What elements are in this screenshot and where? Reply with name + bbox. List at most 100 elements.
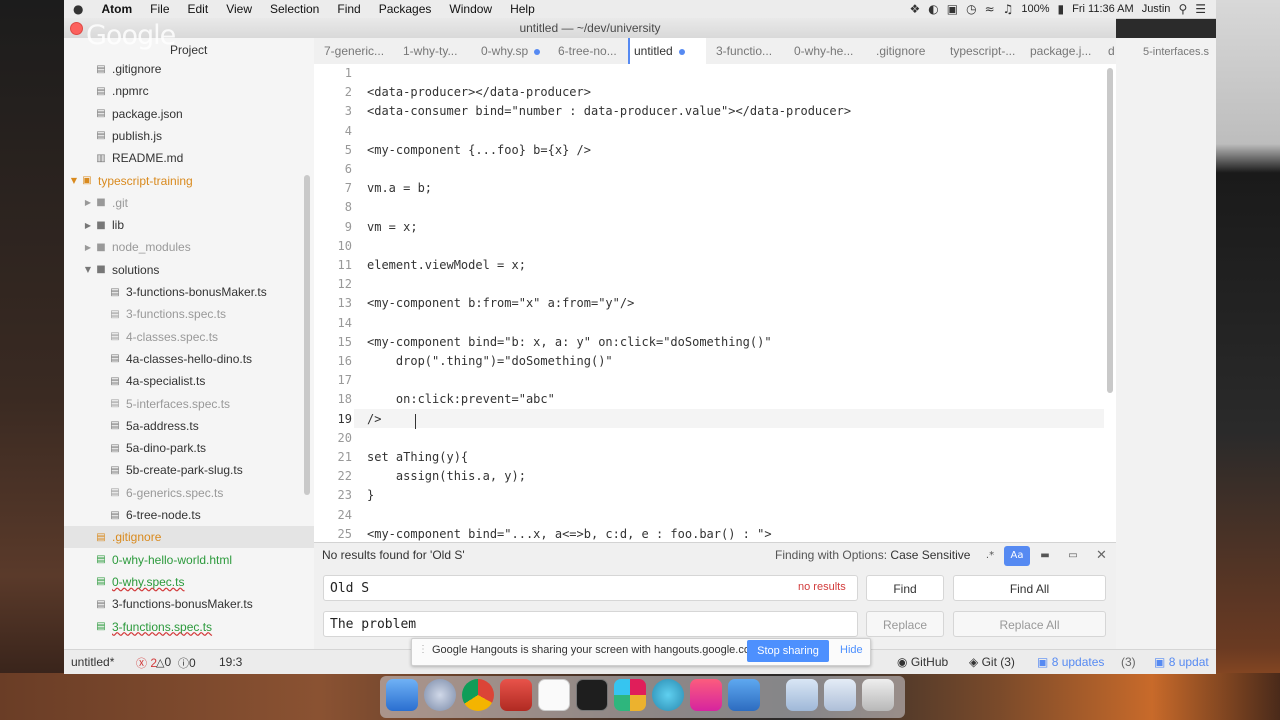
tab-gitignore[interactable]: .gitignore [876, 38, 946, 64]
tab-overflow[interactable]: d [1108, 38, 1116, 64]
replace-button[interactable]: Replace [866, 611, 944, 637]
keynote-icon[interactable] [728, 679, 760, 711]
launchpad-icon[interactable] [424, 679, 456, 711]
tree-file[interactable]: ▤ 4a-specialist.ts [64, 370, 314, 392]
downloads-folder-icon[interactable] [786, 679, 818, 711]
tree-folder[interactable]: ▶ ■ node_modules [64, 236, 314, 258]
tab-6-tree-node[interactable]: 6-tree-no... [558, 38, 626, 64]
status-updates[interactable]: ▣ 8 updates [1037, 655, 1104, 669]
status-error-count[interactable]: Ⓧ 2 [136, 655, 157, 671]
tab-1-why-typescript[interactable]: 1-why-ty... [403, 38, 475, 64]
airmail-icon[interactable] [500, 679, 532, 711]
chevron-down-icon[interactable]: ▼ [68, 176, 80, 185]
status-warning-count[interactable]: △0 [156, 655, 171, 669]
reminders-icon[interactable] [538, 679, 570, 711]
tree-file[interactable]: ▤ 3-functions.spec.ts [64, 303, 314, 325]
whole-word-toggle-icon[interactable]: ▭ [1060, 546, 1086, 566]
terminal-icon[interactable] [576, 679, 608, 711]
stop-sharing-button[interactable]: Stop sharing [747, 640, 829, 662]
battery-icon[interactable]: ▮ [1058, 2, 1065, 16]
itunes-icon[interactable] [690, 679, 722, 711]
tree-file[interactable]: ▤ 6-generics.spec.ts [64, 482, 314, 504]
atom-icon[interactable] [652, 679, 684, 711]
tree-file[interactable]: ▤ 5-interfaces.spec.ts [64, 393, 314, 415]
editor-scrollbar[interactable] [1107, 68, 1113, 393]
tree-file[interactable]: ▤ 0-why-hello-world.html [64, 549, 314, 571]
tree-folder[interactable]: ▶ ■ .git [64, 192, 314, 214]
tree-file[interactable]: ▤ 3-functions.spec.ts [64, 616, 314, 638]
app-menu[interactable]: Atom [92, 2, 141, 16]
status-file-name[interactable]: untitled* [71, 655, 114, 669]
tree-file[interactable]: ▤ .npmrc [64, 80, 314, 102]
menu-view[interactable]: View [217, 2, 261, 16]
slack-icon[interactable] [614, 679, 646, 711]
replace-input[interactable]: The problem [323, 611, 858, 637]
tree-file[interactable]: ▤ 6-tree-node.ts [64, 504, 314, 526]
menu-edit[interactable]: Edit [179, 2, 218, 16]
notification-center-icon[interactable]: ☰ [1195, 2, 1206, 16]
regex-toggle[interactable]: .* [977, 546, 1003, 566]
tree-file[interactable]: ▤ 5a-dino-park.ts [64, 437, 314, 459]
tab-0-why-hello[interactable]: 0-why-he... [794, 38, 864, 64]
chevron-right-icon[interactable]: ▶ [82, 221, 94, 230]
menu-selection[interactable]: Selection [261, 2, 328, 16]
chevron-right-icon[interactable]: ▶ [82, 198, 94, 207]
trash-icon[interactable] [862, 679, 894, 711]
tree-file[interactable]: ▤ 5b-create-park-slug.ts [64, 459, 314, 481]
tab-package-json[interactable]: package.j... [1030, 38, 1100, 64]
screen-share-status-icon[interactable]: ▣ [947, 2, 958, 16]
menu-help[interactable]: Help [501, 2, 544, 16]
tree-file[interactable]: ▤ 4a-classes-hello-dino.ts [64, 348, 314, 370]
tab-typescript-training[interactable]: typescript-... [950, 38, 1022, 64]
menu-find[interactable]: Find [328, 2, 369, 16]
finder-icon[interactable] [386, 679, 418, 711]
tab-3-functions[interactable]: 3-functio... [716, 38, 786, 64]
find-input[interactable]: Old S [323, 575, 858, 601]
status-info-count[interactable]: ⓘ0 [178, 655, 196, 671]
menu-user[interactable]: Justin [1142, 3, 1171, 15]
chrome-icon[interactable] [462, 679, 494, 711]
tree-file[interactable]: ▤ .gitignore [64, 526, 314, 549]
tree-folder[interactable]: ▶ ■ lib [64, 214, 314, 236]
notification-status-icon[interactable]: ◐ [928, 2, 938, 16]
tree-scrollbar[interactable] [304, 175, 310, 495]
tree-file[interactable]: ▤ 0-why.spec.ts [64, 571, 314, 593]
tree-file[interactable]: ▤ publish.js [64, 125, 314, 147]
documents-folder-icon[interactable] [824, 679, 856, 711]
time-machine-status-icon[interactable]: ◷ [966, 2, 976, 16]
window-close-button[interactable] [70, 22, 83, 35]
tab-7-generics[interactable]: 7-generic... [324, 38, 396, 64]
menu-clock[interactable]: Fri 11:36 AM [1072, 3, 1134, 15]
tree-file[interactable]: ▤ 4-classes.spec.ts [64, 326, 314, 348]
code-editor[interactable]: 1 2 <data-producer></data-producer> 3 <data-… [314, 64, 1116, 542]
tree-file[interactable]: ▤ 5a-address.ts [64, 415, 314, 437]
status-github[interactable]: ◉ GitHub [897, 655, 948, 669]
tree-folder[interactable]: ▼ ■ solutions [64, 259, 314, 281]
tree-file[interactable]: ▥ README.md [64, 147, 314, 169]
menu-window[interactable]: Window [440, 2, 501, 16]
replace-all-button[interactable]: Replace All [953, 611, 1106, 637]
spotlight-search-icon[interactable]: ⚲ [1178, 2, 1187, 16]
find-button[interactable]: Find [866, 575, 944, 601]
drag-handle-icon[interactable]: ⋮ [418, 644, 428, 655]
dropbox-status-icon[interactable]: ❖ [909, 2, 920, 16]
case-sensitive-toggle[interactable]: Aa [1004, 546, 1030, 566]
wifi-status-icon[interactable]: ≈ [985, 2, 995, 16]
tab-0-why-spec[interactable]: 0-why.sp [481, 38, 551, 64]
apple-menu-icon[interactable]: ● [64, 2, 92, 16]
close-find-icon[interactable]: ✕ [1096, 548, 1107, 563]
menu-packages[interactable]: Packages [370, 2, 441, 16]
tree-file[interactable]: ▤ package.json [64, 103, 314, 125]
selection-only-toggle-icon[interactable]: ▬ [1032, 546, 1058, 566]
status-git[interactable]: ◈ Git (3) [969, 655, 1015, 669]
tab-untitled[interactable]: untitled [628, 38, 706, 64]
menu-file[interactable]: File [141, 2, 178, 16]
tree-file[interactable]: ▤ 3-functions-bonusMaker.ts [64, 281, 314, 303]
tree-file[interactable]: ▤ 3-functions-bonusMaker.ts [64, 593, 314, 615]
hide-banner-link[interactable]: Hide [840, 644, 863, 656]
tree-folder[interactable]: ▼ ▣ typescript-training [64, 170, 312, 192]
find-all-button[interactable]: Find All [953, 575, 1106, 601]
volume-status-icon[interactable]: ♫ [1003, 2, 1014, 16]
battery-percentage[interactable]: 100% [1021, 3, 1049, 15]
tree-file[interactable]: ▤ .gitignore [64, 58, 314, 80]
